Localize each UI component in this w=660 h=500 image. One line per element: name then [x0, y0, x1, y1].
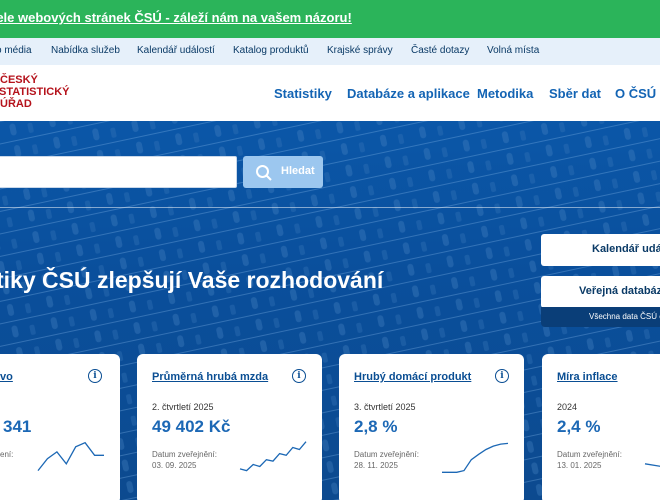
topnav-item-services[interactable]: Nabídka služeb	[51, 45, 120, 56]
sparkline-path	[644, 463, 660, 467]
top-nav: o média Nabídka služeb Kalendář událostí…	[0, 38, 660, 65]
stat-card-title[interactable]: Míra inflace	[557, 371, 618, 383]
topnav-item-calendar[interactable]: Kalendář událostí	[137, 45, 215, 56]
logo-line-3: ÚŘAD	[0, 98, 32, 110]
database-note: Všechna data ČSÚ c	[541, 307, 660, 327]
database-note-text: Všechna data ČSÚ c	[589, 312, 660, 321]
search-button[interactable]: Hledat	[243, 156, 323, 188]
stat-card-date-label: ení:	[0, 450, 14, 459]
public-database-button-label: Veřejná databáz	[579, 285, 660, 297]
topnav-item-media[interactable]: o média	[0, 45, 32, 56]
stat-card-sparkline	[239, 441, 307, 472]
calendar-button[interactable]: Kalendář udál	[541, 234, 660, 266]
logo-line-2: STATISTICKÝ	[0, 86, 70, 98]
stat-card-period: 3. čtvrtletí 2025	[354, 402, 416, 412]
info-icon[interactable]: i	[88, 369, 102, 383]
stat-card-date-label: Datum zveřejnění:	[557, 450, 622, 459]
stat-card[interactable]: vo i 341 ení:	[0, 354, 120, 500]
stat-card-date: 28. 11. 2025	[354, 461, 398, 470]
stat-card-average-wage[interactable]: Průměrná hrubá mzda i 2. čtvrtletí 2025 …	[137, 354, 322, 500]
stat-card-value: 341	[3, 417, 32, 436]
info-icon[interactable]: i	[292, 369, 306, 383]
stat-card-title[interactable]: Hrubý domácí produkt	[354, 371, 471, 383]
hero-section: Hledat tiky ČSÚ zlepšují Vaše rozhodován…	[0, 121, 660, 500]
mainnav-methodology[interactable]: Metodika	[477, 86, 533, 101]
stat-card-period: 2. čtvrtletí 2025	[152, 402, 214, 412]
hero-title: tiky ČSÚ zlepšují Vaše rozhodování	[0, 267, 384, 293]
topnav-item-jobs[interactable]: Volná místa	[487, 45, 539, 56]
info-icon[interactable]: i	[495, 369, 509, 383]
stat-card-sparkline	[442, 442, 509, 473]
search-input[interactable]	[0, 156, 237, 188]
mainnav-data-collection[interactable]: Sběr dat	[549, 86, 601, 101]
sparkline-path	[239, 441, 307, 472]
calendar-button-label: Kalendář udál	[592, 243, 660, 255]
stat-card-gdp[interactable]: Hrubý domácí produkt i 3. čtvrtletí 2025…	[339, 354, 524, 500]
stat-card-value: 2,4 %	[557, 417, 601, 436]
topnav-item-regional[interactable]: Krajské správy	[327, 45, 393, 56]
stat-card-date-label: Datum zveřejnění:	[354, 450, 419, 459]
search-icon	[256, 165, 272, 181]
topnav-item-faq[interactable]: Časté dotazy	[411, 45, 469, 56]
hero-divider	[0, 207, 660, 208]
stat-card-period: 2024	[557, 402, 578, 412]
mainnav-databases[interactable]: Databáze a aplikace	[347, 86, 470, 101]
stat-card-date: 03. 09. 2025	[152, 461, 197, 470]
logo-line-1: ČESKÝ	[0, 74, 38, 86]
search-button-label: Hledat	[281, 165, 315, 177]
stat-card-title[interactable]: Průměrná hrubá mzda	[152, 371, 268, 383]
stat-card-value: 49 402 Kč	[152, 417, 231, 436]
stat-card-title[interactable]: vo	[0, 371, 13, 383]
banner-text[interactable]: tele webových stránek ČSÚ - záleží nám n…	[0, 10, 352, 25]
stat-card-date-label: Datum zveřejnění:	[152, 450, 217, 459]
public-database-button[interactable]: Veřejná databáz	[541, 276, 660, 308]
site-header: ČESKÝ STATISTICKÝ ÚŘAD Statistiky Databá…	[0, 65, 660, 121]
stat-card-sparkline	[37, 441, 104, 472]
sparkline-path	[442, 442, 509, 473]
mainnav-about[interactable]: O ČSÚ	[615, 86, 656, 101]
feedback-banner[interactable]: tele webových stránek ČSÚ - záleží nám n…	[0, 0, 660, 38]
topnav-item-catalog[interactable]: Katalog produktů	[233, 45, 309, 56]
stat-card-date: 13. 01. 2025	[557, 461, 602, 470]
stat-card-sparkline	[644, 463, 660, 467]
stat-card-value: 2,8 %	[354, 417, 398, 436]
sparkline-path	[37, 441, 104, 472]
stat-card-inflation[interactable]: Míra inflace 2024 2,4 % Datum zveřejnění…	[542, 354, 660, 500]
mainnav-statistics[interactable]: Statistiky	[274, 86, 332, 101]
